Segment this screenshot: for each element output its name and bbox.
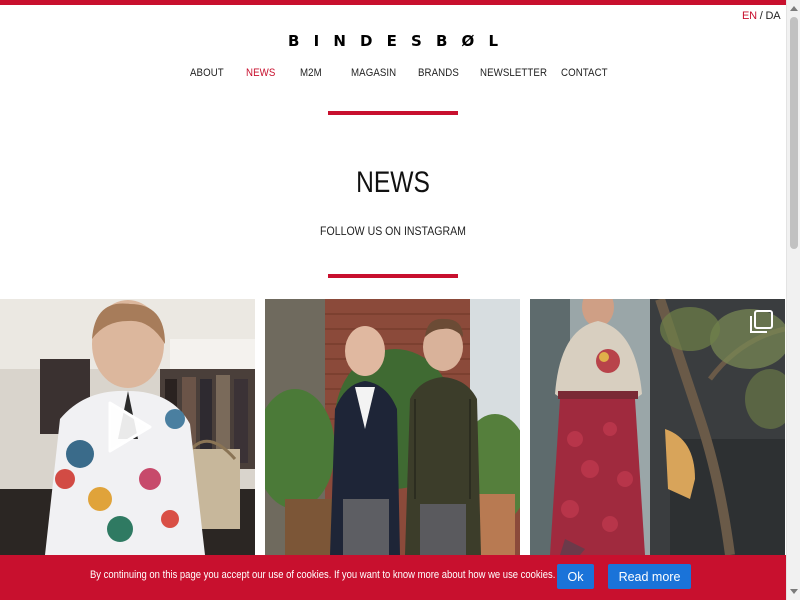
nav-item-about[interactable]: ABOUT [190,67,224,79]
nav-item-newsletter[interactable]: NEWSLETTER [480,67,547,79]
instagram-post[interactable] [0,299,255,555]
instagram-feed [0,299,786,555]
logo-letter: I [313,32,320,50]
lang-separator: / [759,10,763,22]
play-icon [108,401,152,453]
nav-item-m2m[interactable]: M2M [300,67,322,79]
scroll-thumb[interactable] [790,17,798,249]
lang-en-link[interactable]: EN [742,10,757,22]
nav-item-news[interactable]: NEWS [246,67,275,79]
logo-letter: S [411,32,422,50]
instagram-post[interactable] [530,299,785,555]
page-title: NEWS [356,166,430,199]
scroll-down-arrow-icon[interactable] [790,589,798,594]
page-subtitle: FOLLOW US ON INSTAGRAM [320,224,466,238]
page-scrollbar[interactable] [786,0,800,600]
logo-letter: Ø [461,32,475,50]
cookie-banner: By continuing on this page you accept ou… [0,555,786,600]
instagram-post[interactable] [265,299,520,555]
content-divider [328,274,458,278]
logo-letter: B [288,32,300,50]
nav-item-brands[interactable]: BRANDS [418,67,459,79]
nav-item-contact[interactable]: CONTACT [561,67,608,79]
logo-letter: L [488,32,498,50]
bindesbol-logo[interactable]: B I N D E S B Ø L [288,33,498,49]
nav-item-magasin[interactable]: MAGASIN [351,67,396,79]
top-accent-strip [0,0,786,5]
logo-letter: D [360,32,373,50]
cookie-ok-button[interactable]: Ok [557,564,594,589]
main-nav: ABOUT NEWS M2M MAGASIN BRANDS NEWSLETTER… [0,67,786,83]
language-switcher: EN / DA [742,10,781,22]
logo-letter: N [333,32,346,50]
logo-letter: E [386,32,397,50]
post-image [265,299,520,555]
logo-letter: B [435,32,448,50]
scroll-up-arrow-icon[interactable] [790,6,798,11]
post-image [530,299,785,555]
multiple-images-icon [750,310,773,333]
cookie-read-more-button[interactable]: Read more [608,564,691,589]
lang-da-link[interactable]: DA [765,10,780,22]
header-divider [328,111,458,115]
cookie-message: By continuing on this page you accept ou… [90,569,556,581]
